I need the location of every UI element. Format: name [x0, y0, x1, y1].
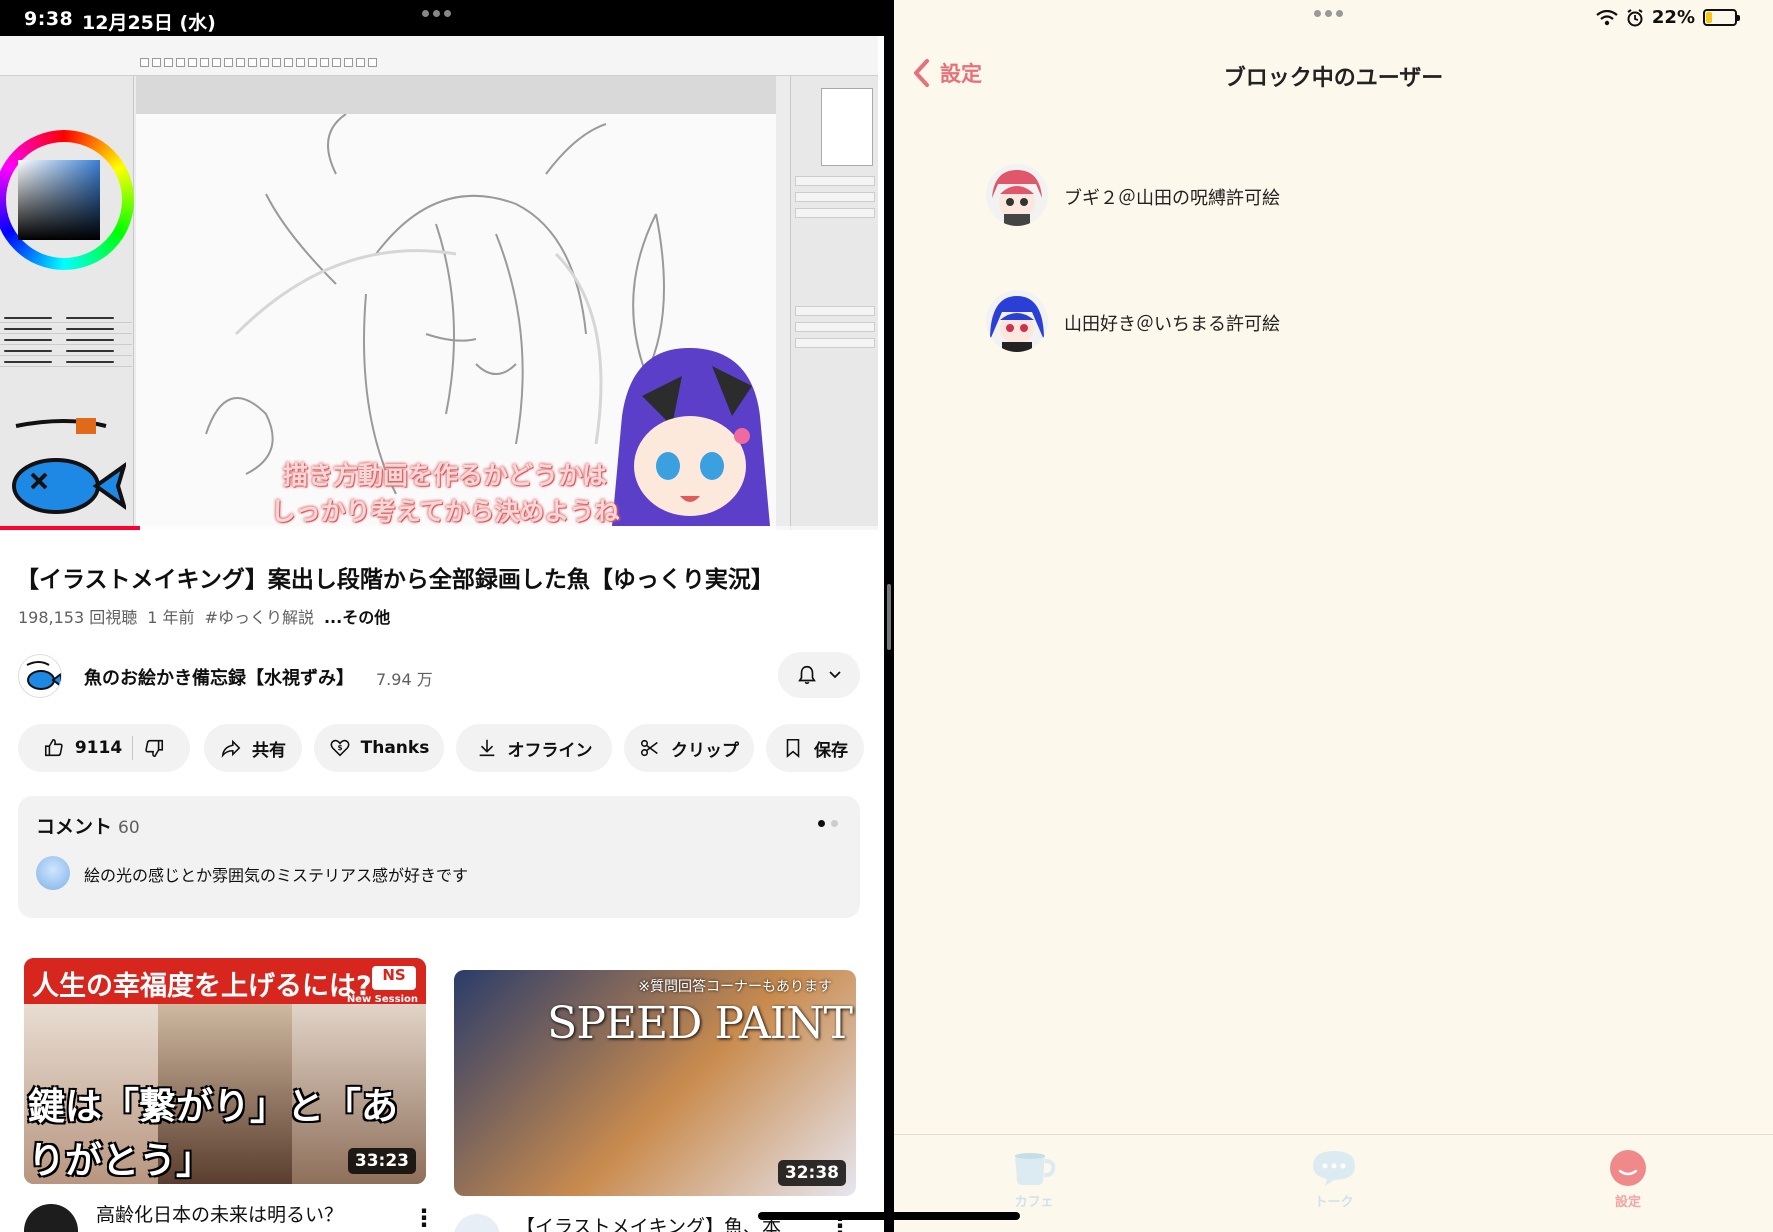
subscriber-count: 7.94 万: [376, 670, 433, 689]
speed-paint-text: SPEED PAINT: [547, 998, 853, 1049]
related-video-thumbnail-1[interactable]: 人生の幸福度を上げるには? NS New Session 鍵は「繋がり」と「あり…: [24, 958, 426, 1184]
ns-badge-subtitle: New Session: [346, 994, 418, 1005]
notification-bell-button[interactable]: [778, 652, 860, 698]
share-arrow-icon: [221, 739, 241, 758]
chat-bubble-icon: [1313, 1151, 1355, 1186]
share-button[interactable]: 共有: [204, 724, 302, 772]
heart-dollar-icon: $: [330, 739, 350, 757]
status-date: 12月25日 (水): [82, 12, 216, 34]
multitask-dots-right[interactable]: [1314, 10, 1343, 17]
paint-app-menubar: [0, 36, 878, 76]
battery-icon: [1703, 9, 1740, 26]
tab-cafe[interactable]: カフェ: [974, 1149, 1094, 1210]
comments-header: コメント 60: [36, 816, 140, 838]
status-time: 9:38: [24, 8, 74, 30]
cup-icon: [1015, 1153, 1056, 1185]
blocked-user-name: ブギ２＠山田の呪縛許可絵: [1064, 188, 1280, 209]
thumbnail-qa-note: ※質問回答コーナーもあります: [638, 979, 832, 995]
layer-panel: [790, 76, 878, 530]
paint-tool-panel: [0, 76, 134, 530]
comments-count: 60: [118, 818, 140, 838]
tab-settings[interactable]: 設定: [1568, 1149, 1688, 1210]
wifi-icon: [1596, 9, 1618, 25]
user-avatar: [986, 164, 1048, 226]
thumbs-down-icon[interactable]: [143, 737, 165, 759]
video-duration: 33:23: [347, 1148, 416, 1174]
caption-line-2: しっかり考えてから決めようね: [270, 497, 620, 526]
caption-line-1: 描き方動画を作るかどうかは: [282, 461, 607, 490]
tab-bar: カフェ トーク 設定: [894, 1134, 1773, 1232]
blocked-user-row[interactable]: 山田好き＠いちまる許可絵: [986, 290, 1686, 360]
chevron-down-icon: [829, 671, 841, 679]
comments-pager: [818, 820, 838, 827]
page-title: ブロック中のユーザー: [1223, 66, 1444, 91]
fish-mascot-icon: [12, 418, 126, 514]
fish-avatar-icon: [26, 661, 61, 690]
seek-bar-progress: [0, 526, 141, 530]
channel-avatar[interactable]: [18, 654, 62, 698]
ns-badge: NS: [372, 966, 416, 990]
related-channel-avatar-2[interactable]: [454, 1214, 500, 1232]
svg-text:$: $: [337, 743, 342, 752]
related-video-title-1[interactable]: 高齢化日本の未来は明るい？: [96, 1200, 343, 1227]
video-app-pane: 9:38 12月25日 (水) 描き方動画を作るかどうかは しっかり考えてから決…: [0, 0, 884, 1232]
face-icon: [1610, 1150, 1646, 1186]
channel-name[interactable]: 魚のお絵かき備忘録【水視ずみ】: [84, 664, 354, 690]
bell-icon: [798, 665, 816, 685]
offline-download-button[interactable]: オフライン: [456, 724, 612, 772]
user-avatar: [986, 290, 1048, 352]
related-channel-avatar-1[interactable]: [24, 1204, 78, 1232]
save-button[interactable]: 保存: [766, 724, 864, 772]
brush-list: [0, 312, 132, 382]
video-duration: 32:38: [777, 1160, 846, 1186]
clip-button[interactable]: クリップ: [624, 724, 754, 772]
view-count: 198,153 回視聴: [18, 608, 138, 627]
download-icon: [479, 739, 494, 757]
home-indicator[interactable]: [758, 1212, 1020, 1220]
alarm-icon: [1627, 8, 1643, 26]
related-video-thumbnail-2[interactable]: ※質問回答コーナーもあります SPEED PAINT 32:38: [454, 970, 856, 1196]
status-bar-right: 22%: [894, 0, 1773, 36]
commenter-avatar: [36, 856, 70, 890]
split-view-divider[interactable]: [884, 0, 894, 1232]
more-description-link[interactable]: ...その他: [324, 604, 390, 628]
seek-bar[interactable]: [0, 526, 878, 530]
video-player[interactable]: 描き方動画を作るかどうかは しっかり考えてから決めようね: [0, 36, 878, 530]
like-count: 9114: [74, 738, 123, 758]
thanks-button[interactable]: $ Thanks: [314, 724, 444, 772]
bookmark-icon: [786, 738, 800, 758]
blue-hair-avatar-icon: [986, 290, 1048, 352]
thumbs-up-icon[interactable]: [43, 737, 65, 759]
channel-row[interactable]: 魚のお絵かき備忘録【水視ずみ】 7.94 万: [18, 652, 860, 700]
pink-hair-avatar-icon: [986, 164, 1048, 226]
hashtag-link[interactable]: #ゆっくり解説: [205, 604, 314, 628]
split-view-handle[interactable]: [887, 584, 891, 650]
battery-percent: 22%: [1651, 7, 1695, 28]
like-dislike-group[interactable]: 9114: [18, 724, 190, 772]
top-comment-text: 絵の光の感じとか雰囲気のミステリアス感が好きです: [84, 866, 469, 885]
scissors-icon: [640, 739, 658, 757]
blocked-user-name: 山田好き＠いちまる許可絵: [1064, 314, 1280, 335]
multitask-dots-left[interactable]: [422, 10, 451, 17]
status-bar-left: 9:38 12月25日 (水): [0, 0, 884, 36]
action-row: 9114 共有 $ Thanks オフライン クリップ 保存: [18, 724, 868, 772]
more-options-icon[interactable]: ⋮: [412, 1204, 436, 1232]
comments-panel[interactable]: コメント 60 絵の光の感じとか雰囲気のミステリアス感が好きです: [18, 796, 860, 918]
upload-age: 1 年前: [147, 608, 195, 627]
video-meta[interactable]: 198,153 回視聴 1 年前 #ゆっくり解説 ...その他: [18, 604, 390, 628]
related-video-title-2[interactable]: 【イラストメイキング】魚、本: [516, 1212, 781, 1232]
video-title: 【イラストメイキング】案出し段階から全部録画した魚【ゆっくり実況】: [16, 567, 774, 593]
tab-talk[interactable]: トーク: [1274, 1149, 1394, 1210]
blocked-user-row[interactable]: ブギ２＠山田の呪縛許可絵: [986, 164, 1686, 234]
settings-app-pane: 22% 設定 ブロック中のユーザー ブギ２＠山田の呪縛許可絵 山田好き＠いちまる…: [894, 0, 1773, 1232]
